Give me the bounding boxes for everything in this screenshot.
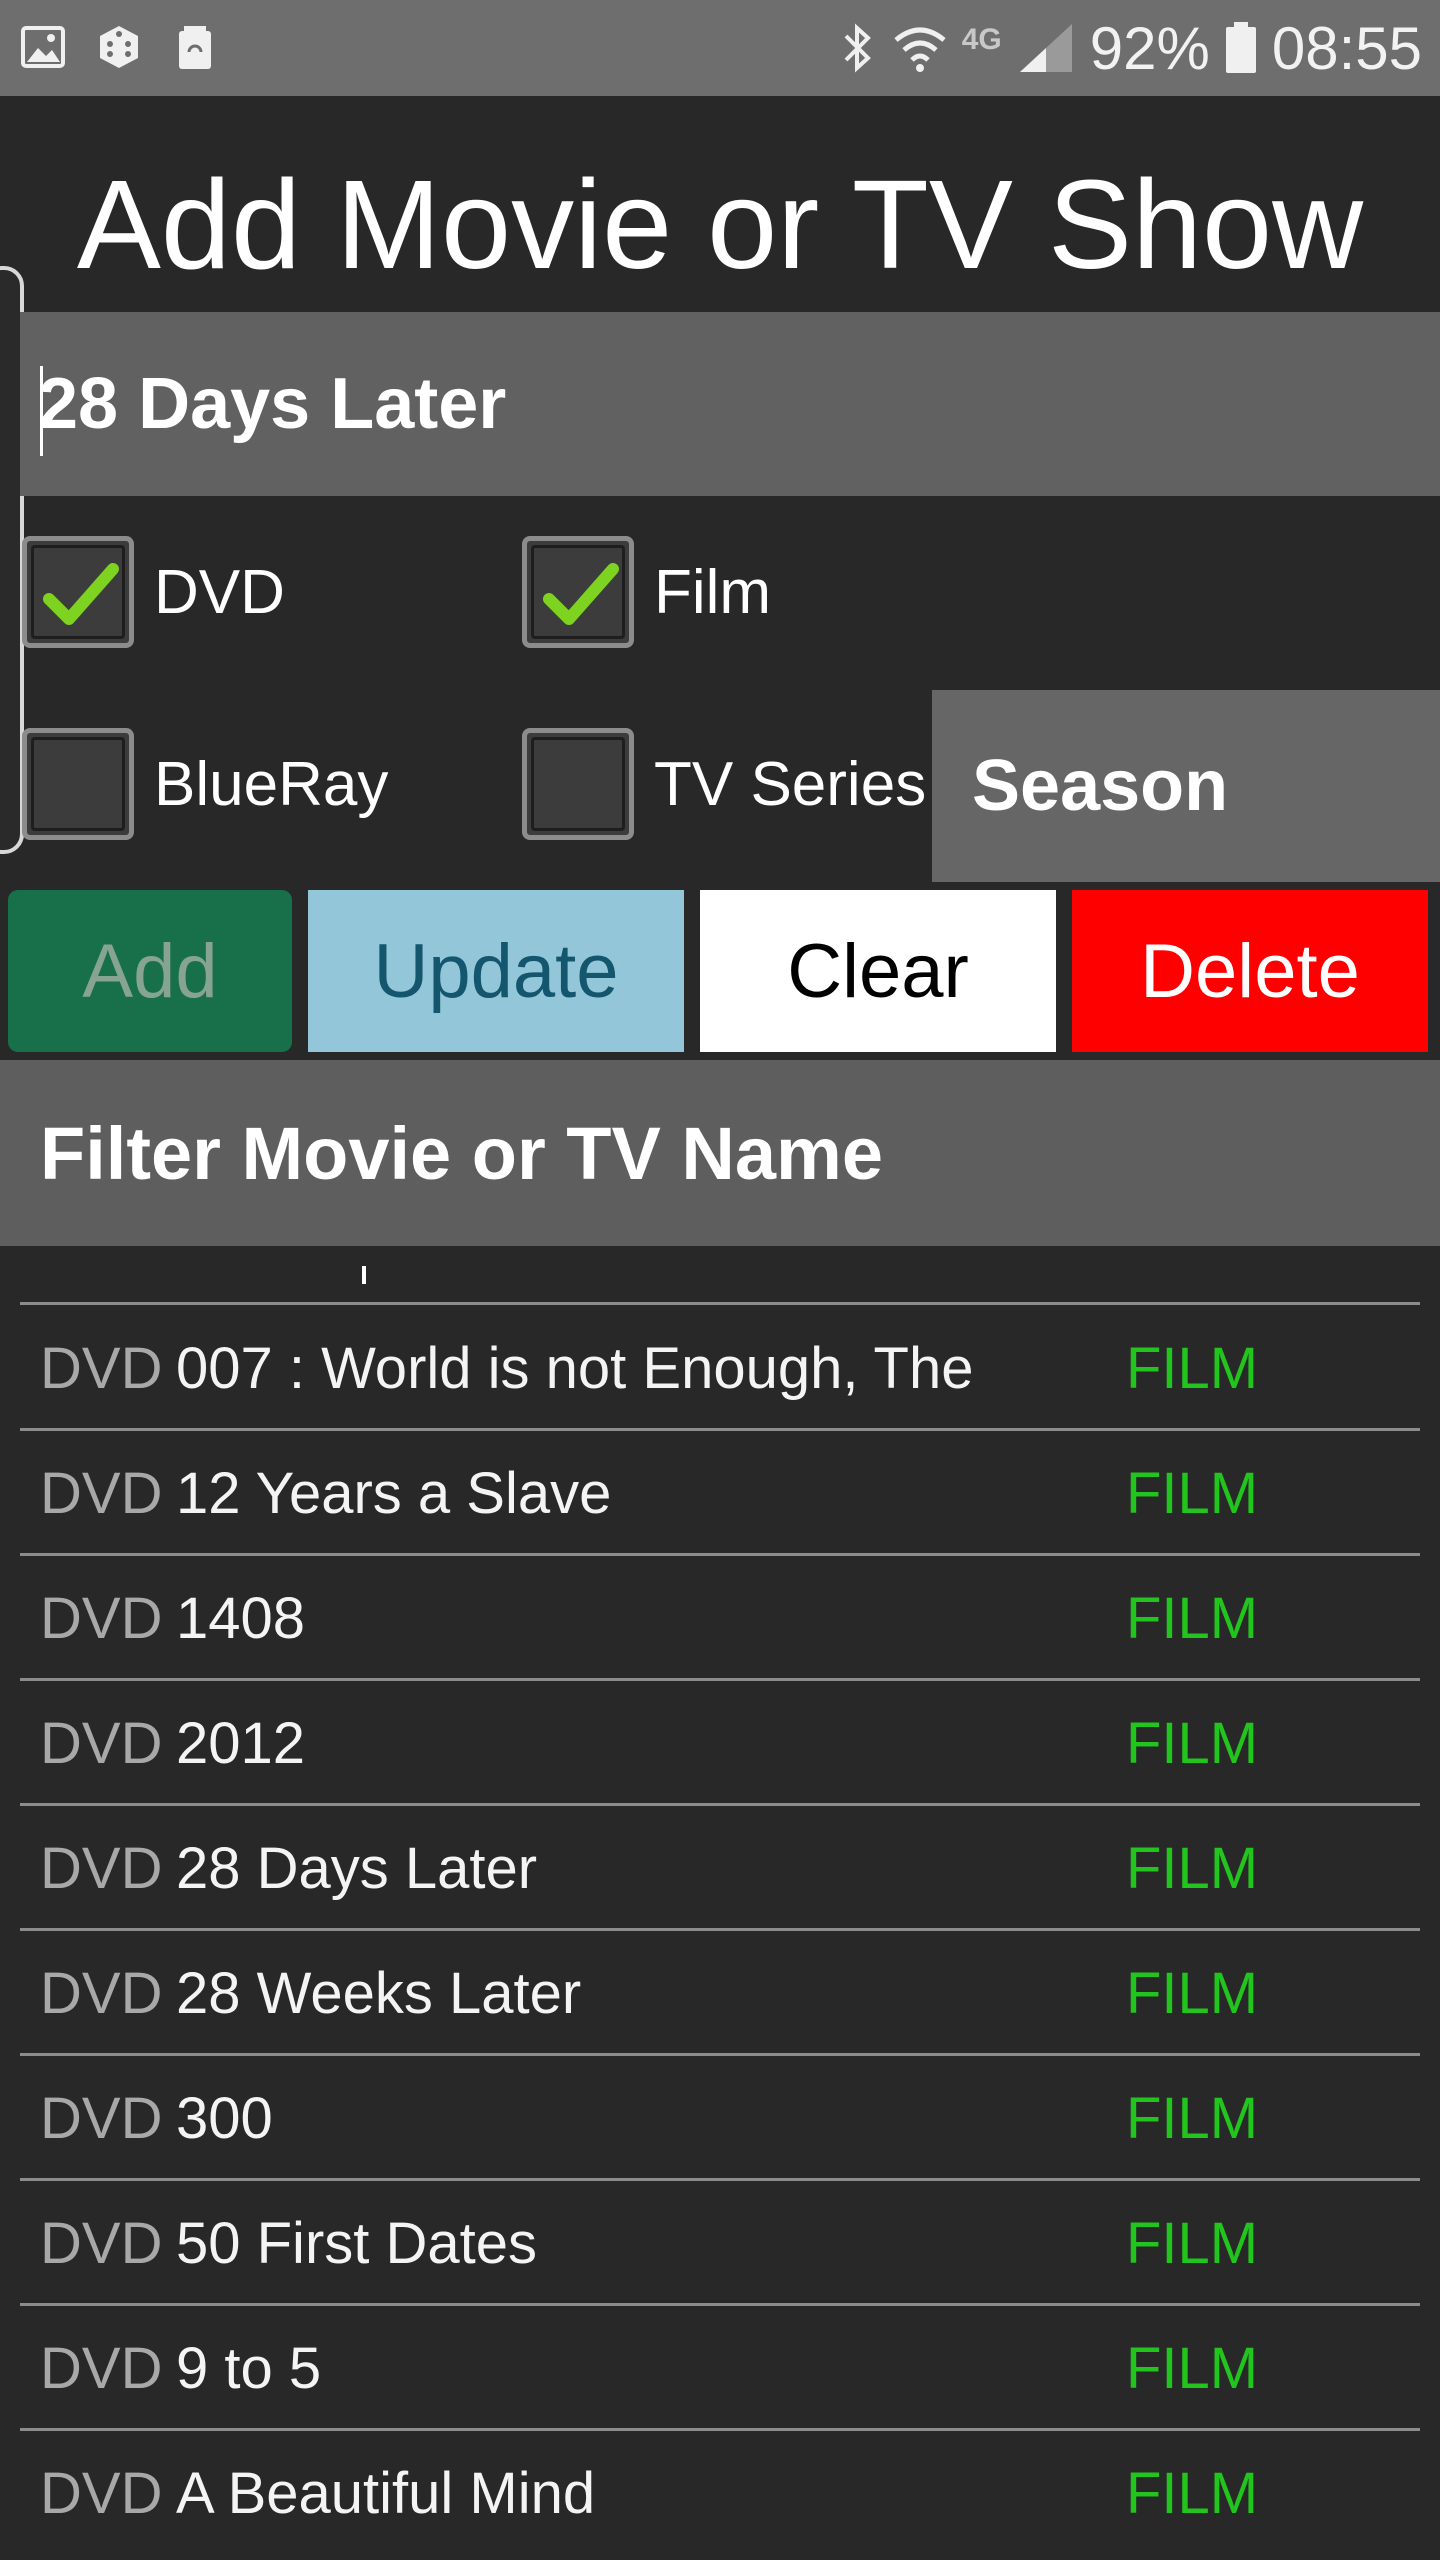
battery-icon [1225, 22, 1256, 73]
item-type: FILM [1126, 1586, 1259, 1651]
item-type: FILM [1126, 2336, 1259, 2401]
checkmark-icon [43, 563, 119, 625]
bluetooth-icon [844, 23, 871, 73]
dvd-label: DVD [154, 557, 285, 627]
checkmark-icon [543, 563, 619, 625]
item-type: FILM [1126, 1336, 1259, 1401]
dvd-checkbox-row[interactable]: DVD [22, 536, 285, 648]
item-title: 28 Weeks Later [176, 1961, 582, 2026]
list-item[interactable]: DVD 007 : World is not Enough, The FILM [0, 1308, 1440, 1430]
tv-series-checkbox-row[interactable]: TV Series [522, 728, 926, 840]
item-format: DVD [40, 2461, 163, 2526]
battery-percent: 92% [1089, 14, 1210, 82]
item-title: 50 First Dates [176, 2211, 537, 2276]
blueray-checkbox[interactable] [22, 728, 134, 840]
item-type: FILM [1126, 2086, 1259, 2151]
list-item[interactable]: DVD 28 Days Later FILM [0, 1808, 1440, 1930]
list-divider [20, 2053, 1420, 2056]
list-item[interactable]: DVD 300 FILM [0, 2058, 1440, 2180]
item-title: 28 Days Later [176, 1836, 538, 1901]
list-item[interactable]: DVD 2012 FILM [0, 1683, 1440, 1805]
list-item[interactable]: DVD 9 to 5 FILM [0, 2308, 1440, 2430]
item-title: 007 : World is not Enough, The [176, 1336, 974, 1401]
item-title: 12 Years a Slave [176, 1461, 612, 1526]
update-button[interactable]: Update [308, 890, 684, 1052]
status-right-icons: 4G 92% 08:55 [838, 10, 1422, 86]
list-divider [20, 1302, 1420, 1305]
item-type: FILM [1126, 1711, 1259, 1776]
item-type: FILM [1126, 1961, 1259, 2026]
list-item[interactable]: DVD 1408 FILM [0, 1558, 1440, 1680]
list-item[interactable]: DVD 50 First Dates FILM [0, 2183, 1440, 2305]
item-title: 2012 [176, 1711, 306, 1776]
item-title: 1408 [176, 1586, 306, 1651]
tv-series-checkbox[interactable] [522, 728, 634, 840]
tv-series-label: TV Series [654, 749, 927, 819]
list-divider [20, 1678, 1420, 1681]
list-item[interactable]: DVD 12 Years a Slave FILM [0, 1433, 1440, 1555]
gallery-icon [21, 26, 65, 68]
item-type: FILM [1126, 1836, 1259, 1901]
item-title: 300 [176, 2086, 273, 2151]
item-format: DVD [40, 1711, 163, 1776]
item-format: DVD [40, 2336, 163, 2401]
list-divider [20, 1928, 1420, 1931]
item-type: FILM [1126, 2211, 1259, 2276]
item-type: FILM [1126, 2461, 1259, 2526]
dice-icon [100, 26, 138, 68]
list-divider [20, 2303, 1420, 2306]
item-format: DVD [40, 2086, 163, 2151]
dvd-checkbox[interactable] [22, 536, 134, 648]
delete-button[interactable]: Delete [1072, 890, 1428, 1052]
list-divider [20, 1803, 1420, 1806]
title-input[interactable] [20, 312, 1440, 496]
signal-icon [1019, 24, 1072, 72]
item-format: DVD [40, 2211, 163, 2276]
status-bar: 4G 92% 08:55 [0, 0, 1440, 96]
list-divider [20, 2428, 1420, 2431]
page-title: Add Movie or TV Show [76, 154, 1364, 295]
list-divider [20, 2178, 1420, 2181]
list-item[interactable]: DVD 28 Weeks Later FILM [0, 1933, 1440, 2055]
item-title: 9 to 5 [176, 2336, 322, 2401]
clear-button[interactable]: Clear [700, 890, 1056, 1052]
item-format: DVD [40, 1961, 163, 2026]
season-input[interactable]: Season [932, 690, 1440, 882]
item-format: DVD [40, 1461, 163, 1526]
blueray-label: BlueRay [154, 749, 389, 819]
film-checkbox-row[interactable]: Film [522, 536, 771, 648]
status-left-icons [20, 22, 218, 72]
add-button[interactable]: Add [8, 890, 292, 1052]
item-format: DVD [40, 1586, 163, 1651]
filter-input[interactable]: Filter Movie or TV Name [0, 1060, 1440, 1246]
list-item[interactable]: DVD A Beautiful Mind FILM [0, 2433, 1440, 2555]
item-format: DVD [40, 1336, 163, 1401]
list-divider [20, 1553, 1420, 1556]
clock: 08:55 [1271, 14, 1422, 82]
wifi-icon [894, 27, 946, 72]
scroll-remnant [362, 1266, 366, 1284]
film-checkbox[interactable] [522, 536, 634, 648]
item-title: A Beautiful Mind [176, 2461, 596, 2526]
list-divider [20, 1428, 1420, 1431]
item-format: DVD [40, 1836, 163, 1901]
text-caret [40, 366, 43, 456]
item-type: FILM [1126, 1461, 1259, 1526]
4g-icon: 4G [961, 23, 1002, 56]
film-label: Film [654, 557, 772, 627]
blueray-checkbox-row[interactable]: BlueRay [22, 728, 388, 840]
battery-saver-icon [179, 26, 211, 69]
